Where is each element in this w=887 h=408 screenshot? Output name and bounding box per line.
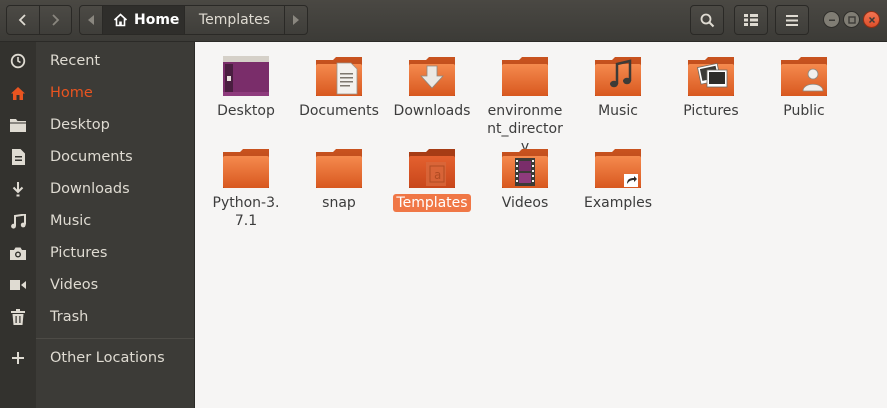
sidebar-separator <box>36 338 194 339</box>
file-item-templates[interactable]: a Templates <box>389 146 475 212</box>
file-item-label: Music <box>598 103 638 119</box>
document-icon <box>11 149 25 165</box>
file-item-environment-directory[interactable]: environment_directory <box>482 54 568 156</box>
videos-folder-icon <box>502 149 548 188</box>
file-item-label: Videos <box>501 195 549 211</box>
sidebar-item-label: Documents <box>50 149 133 165</box>
file-item-label: Documents <box>299 103 379 119</box>
sidebar-item-videos[interactable]: Videos <box>0 269 194 301</box>
file-item-label: snap <box>322 195 356 211</box>
file-item-label: Downloads <box>393 103 471 119</box>
sidebar-item-label: Recent <box>50 53 101 69</box>
menu-button[interactable] <box>775 5 809 35</box>
folder-icon <box>10 119 26 132</box>
header-bar: Home Templates <box>0 0 887 42</box>
maximize-icon <box>847 15 856 24</box>
sidebar-item-other-locations[interactable]: Other Locations <box>0 342 194 374</box>
close-button[interactable] <box>863 11 880 28</box>
hamburger-icon <box>786 14 798 26</box>
sidebar-item-music[interactable]: Music <box>0 205 194 237</box>
search-icon <box>700 13 714 27</box>
desktop-folder-icon <box>223 56 269 96</box>
sidebar-item-label: Trash <box>50 309 89 325</box>
home-icon <box>113 13 128 27</box>
download-icon <box>12 182 24 197</box>
file-item-label: Pictures <box>683 103 739 119</box>
public-folder-icon <box>781 57 827 96</box>
folder-icon <box>316 149 362 188</box>
sidebar-item-label: Home <box>50 85 93 101</box>
file-item-python[interactable]: Python-3.7.1 <box>203 146 289 230</box>
chevron-right-icon <box>52 14 60 26</box>
folder-icon <box>223 149 269 188</box>
file-item-downloads[interactable]: Downloads <box>389 54 475 120</box>
triangle-right-icon <box>293 15 299 25</box>
file-item-pictures[interactable]: Pictures <box>668 54 754 120</box>
documents-folder-icon <box>316 57 362 96</box>
breadcrumb-home-label: Home <box>134 12 180 28</box>
file-item-label: Desktop <box>217 103 275 119</box>
close-icon <box>868 16 875 23</box>
sidebar-item-label: Pictures <box>50 245 108 261</box>
history-nav <box>6 5 72 35</box>
file-item-desktop[interactable]: Desktop <box>203 54 289 120</box>
breadcrumb: Home Templates <box>79 5 308 35</box>
view-options-button[interactable] <box>734 5 768 35</box>
plus-icon <box>12 352 24 364</box>
sidebar-item-recent[interactable]: Recent <box>0 45 194 77</box>
downloads-folder-icon <box>409 57 455 96</box>
sidebar-item-label: Other Locations <box>50 350 165 366</box>
templates-folder-icon: a <box>409 149 455 188</box>
triangle-left-icon <box>88 15 94 25</box>
sidebar-item-label: Videos <box>50 277 99 293</box>
file-item-snap[interactable]: snap <box>296 146 382 212</box>
file-item-label: Examples <box>583 195 653 211</box>
clock-icon <box>10 53 26 69</box>
breadcrumb-home[interactable]: Home <box>102 6 185 34</box>
file-item-public[interactable]: Public <box>761 54 847 120</box>
home-icon <box>11 86 25 100</box>
sidebar-item-label: Music <box>50 213 92 229</box>
sidebar-item-trash[interactable]: Trash <box>0 301 194 333</box>
video-icon <box>10 280 26 290</box>
sidebar-item-label: Desktop <box>50 117 110 133</box>
svg-text:a: a <box>434 168 441 182</box>
sidebar-item-home[interactable]: Home <box>0 77 194 109</box>
maximize-button[interactable] <box>843 11 860 28</box>
breadcrumb-templates-label: Templates <box>198 12 271 28</box>
file-item-documents[interactable]: Documents <box>296 54 382 120</box>
camera-icon <box>10 247 26 260</box>
music-folder-icon <box>595 57 641 96</box>
file-item-music[interactable]: Music <box>575 54 661 120</box>
breadcrumb-scroll-right[interactable] <box>285 6 307 34</box>
sidebar-item-pictures[interactable]: Pictures <box>0 237 194 269</box>
minimize-icon <box>828 19 835 21</box>
folder-icon <box>502 57 548 96</box>
sidebar: Recent Home Desktop Documents Downloads … <box>0 42 195 408</box>
pictures-folder-icon <box>688 57 734 96</box>
link-folder-icon <box>595 149 641 188</box>
file-view: Desktop Documents Downloads environment_… <box>195 42 887 408</box>
file-item-label: Public <box>783 103 825 119</box>
sidebar-item-label: Downloads <box>50 181 130 197</box>
file-item-examples[interactable]: Examples <box>575 146 661 212</box>
list-view-icon <box>744 14 758 26</box>
music-icon <box>10 213 26 229</box>
forward-button[interactable] <box>38 6 72 34</box>
file-item-label: Templates <box>393 194 471 212</box>
search-button[interactable] <box>690 5 724 35</box>
sidebar-item-desktop[interactable]: Desktop <box>0 109 194 141</box>
trash-icon <box>11 309 25 325</box>
sidebar-item-documents[interactable]: Documents <box>0 141 194 173</box>
file-item-videos[interactable]: Videos <box>482 146 568 212</box>
breadcrumb-templates[interactable]: Templates <box>185 6 285 34</box>
back-button[interactable] <box>7 6 39 34</box>
file-item-label: Python-3.7.1 <box>212 195 280 229</box>
sidebar-item-downloads[interactable]: Downloads <box>0 173 194 205</box>
minimize-button[interactable] <box>823 11 840 28</box>
breadcrumb-scroll-left[interactable] <box>80 6 102 34</box>
chevron-left-icon <box>18 14 26 26</box>
